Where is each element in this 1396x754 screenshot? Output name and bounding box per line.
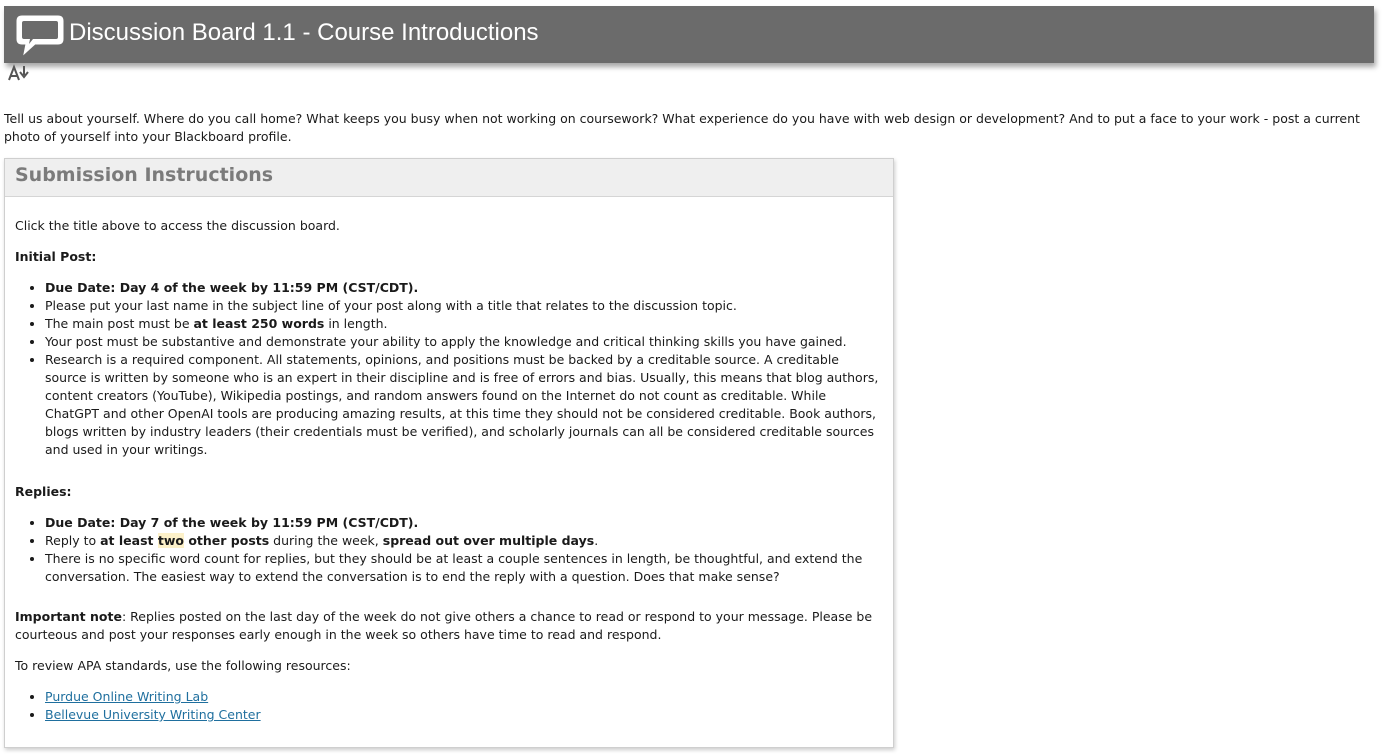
important-label: Important note <box>15 609 122 624</box>
list-item: Reply to at least two other posts during… <box>45 532 883 550</box>
list-item: Purdue Online Writing Lab <box>45 688 883 706</box>
list-item: Your post must be substantive and demons… <box>45 333 883 351</box>
chat-bubble-icon <box>16 15 64 56</box>
list-item: Please put your last name in the subject… <box>45 297 883 315</box>
sort-descending-icon[interactable] <box>8 64 34 82</box>
emphasis: other posts <box>183 533 270 548</box>
important-note: Important note: Replies posted on the la… <box>15 608 883 644</box>
list-item: Due Date: Day 7 of the week by 11:59 PM … <box>45 514 883 532</box>
initial-post-heading: Initial Post: <box>15 249 97 264</box>
replies-heading: Replies: <box>15 484 72 499</box>
click-note: Click the title above to access the disc… <box>15 218 340 233</box>
text: . <box>594 533 599 548</box>
list-item: Bellevue University Writing Center <box>45 706 883 724</box>
resource-links: Purdue Online Writing Lab Bellevue Unive… <box>15 688 883 724</box>
page-header: Discussion Board 1.1 - Course Introducti… <box>4 6 1374 63</box>
text: The main post must be <box>45 316 194 331</box>
text: during the week, <box>269 533 383 548</box>
text: Reply to <box>45 533 101 548</box>
submission-instructions-panel: Submission Instructions Click the title … <box>4 158 894 748</box>
page-title[interactable]: Discussion Board 1.1 - Course Introducti… <box>69 19 539 47</box>
replies-list: Due Date: Day 7 of the week by 11:59 PM … <box>15 514 883 586</box>
emphasis: at least 250 words <box>193 316 325 331</box>
emphasis: at least <box>100 533 158 548</box>
highlight: two <box>157 533 184 548</box>
panel-title: Submission Instructions <box>15 164 274 186</box>
intro-text: Tell us about yourself. Where do you cal… <box>4 111 1360 144</box>
initial-post-list: Due Date: Day 4 of the week by 11:59 PM … <box>15 279 883 459</box>
list-item: Research is a required component. All st… <box>45 351 883 459</box>
apa-intro: To review APA standards, use the followi… <box>15 658 351 673</box>
emphasis: spread out over multiple days <box>382 533 595 548</box>
important-text: : Replies posted on the last day of the … <box>15 609 873 642</box>
text: in length. <box>324 316 388 331</box>
panel-body: Click the title above to access the disc… <box>5 197 893 724</box>
purdue-owl-link[interactable]: Purdue Online Writing Lab <box>45 689 208 704</box>
panel-header: Submission Instructions <box>5 159 893 197</box>
list-item: Due Date: Day 4 of the week by 11:59 PM … <box>45 279 883 297</box>
list-item: There is no specific word count for repl… <box>45 550 883 586</box>
bellevue-writing-center-link[interactable]: Bellevue University Writing Center <box>45 707 261 722</box>
list-item: The main post must be at least 250 words… <box>45 315 883 333</box>
